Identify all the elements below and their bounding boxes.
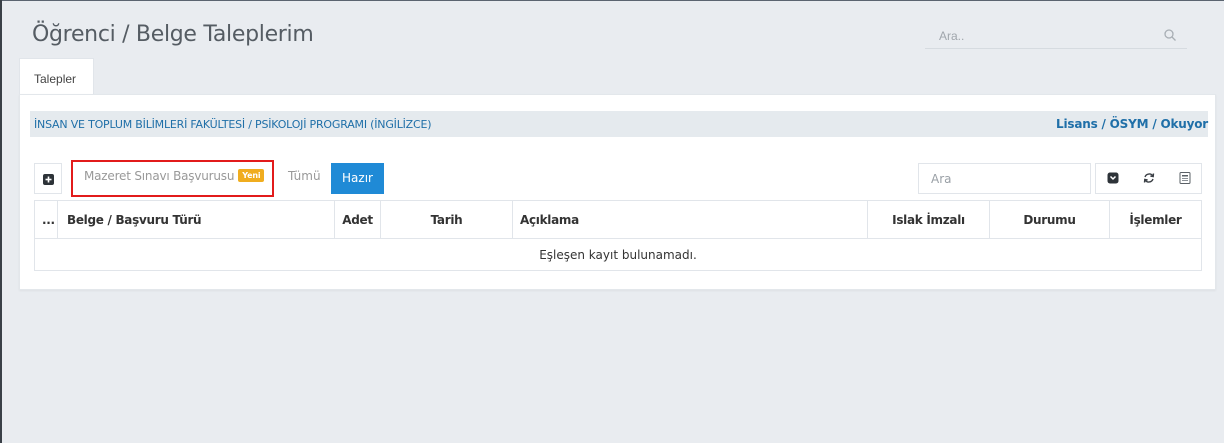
add-button[interactable] bbox=[34, 163, 62, 194]
page-title: Öğrenci / Belge Taleplerim bbox=[32, 22, 314, 47]
main-panel: İNSAN VE TOPLUM BİLİMLERİ FAKÜLTESİ / PS… bbox=[19, 94, 1216, 290]
filter-ready-button[interactable]: Hazır bbox=[331, 163, 384, 194]
export-icon bbox=[1179, 172, 1191, 184]
search-icon[interactable] bbox=[1163, 28, 1177, 42]
requests-table: ... Belge / Başvuru Türü Adet Tarih Açık… bbox=[34, 200, 1202, 271]
column-header-document-type[interactable]: Belge / Başvuru Türü bbox=[58, 201, 335, 238]
program-bar: İNSAN VE TOPLUM BİLİMLERİ FAKÜLTESİ / PS… bbox=[30, 111, 1208, 137]
page-header: Öğrenci / Belge Taleplerim bbox=[2, 1, 1224, 57]
collapse-icon bbox=[1107, 172, 1119, 184]
column-header-description[interactable]: Açıklama bbox=[513, 201, 868, 238]
column-header-date[interactable]: Tarih bbox=[381, 201, 513, 238]
column-header-status[interactable]: Durumu bbox=[990, 201, 1110, 238]
refresh-button[interactable] bbox=[1132, 164, 1167, 193]
filter-all-button[interactable]: Tümü bbox=[288, 169, 321, 183]
empty-table-message: Eşleşen kayıt bulunamadı. bbox=[539, 248, 697, 262]
refresh-icon bbox=[1143, 173, 1155, 183]
top-search bbox=[925, 23, 1187, 49]
column-header-wet-signed[interactable]: Islak İmzalı bbox=[868, 201, 990, 238]
mazeret-application-button[interactable]: Mazeret Sınavı Başvurusu Yeni bbox=[84, 169, 265, 189]
mazeret-application-label: Mazeret Sınavı Başvurusu bbox=[84, 169, 235, 183]
export-button[interactable] bbox=[1168, 164, 1203, 193]
toolbar: Mazeret Sınavı Başvurusu Yeni Tümü Hazır bbox=[34, 160, 1204, 197]
table-search-input[interactable] bbox=[918, 163, 1091, 194]
column-header-count[interactable]: Adet bbox=[335, 201, 381, 238]
table-header: ... Belge / Başvuru Türü Adet Tarih Açık… bbox=[35, 201, 1201, 239]
top-search-input[interactable] bbox=[939, 27, 1139, 45]
plus-square-icon bbox=[43, 174, 54, 185]
program-name: İNSAN VE TOPLUM BİLİMLERİ FAKÜLTESİ / PS… bbox=[34, 118, 432, 131]
table-tools bbox=[1095, 163, 1202, 194]
column-header-actions[interactable]: İşlemler bbox=[1110, 201, 1201, 238]
column-header-select[interactable]: ... bbox=[35, 201, 58, 238]
tab-talepler[interactable]: Talepler bbox=[19, 58, 94, 95]
collapse-button[interactable] bbox=[1096, 164, 1131, 193]
new-badge: Yeni bbox=[238, 169, 265, 182]
program-status: Lisans / ÖSYM / Okuyor bbox=[1056, 117, 1208, 131]
window-left-edge bbox=[0, 0, 2, 443]
